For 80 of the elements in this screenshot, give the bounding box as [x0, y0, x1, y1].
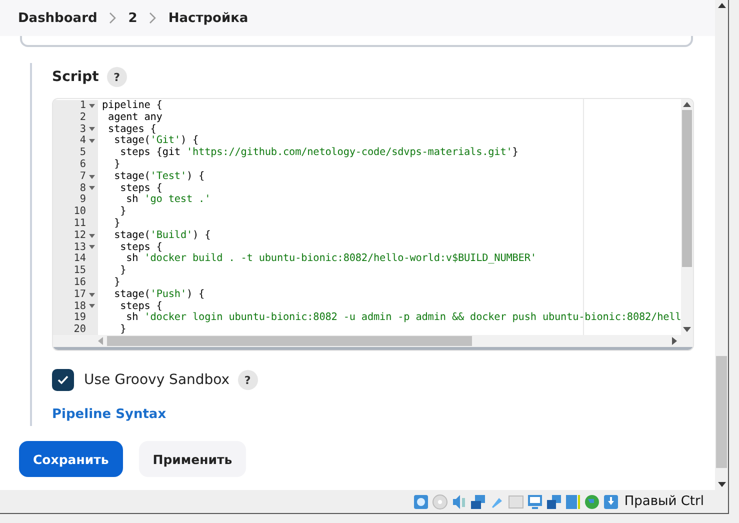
- chevron-right-icon: [109, 12, 116, 24]
- code-line: steps {: [119, 182, 162, 194]
- fold-arrow-icon[interactable]: [89, 292, 95, 297]
- pipeline-syntax-link[interactable]: Pipeline Syntax: [52, 407, 166, 422]
- fold-arrow-icon[interactable]: [89, 304, 95, 308]
- code-line: sh 'docker build . -t ubuntu-bionic:8082/hello-world:v$BUILD_NUMBER': [126, 253, 536, 266]
- code-line: }: [120, 265, 126, 277]
- code-editor[interactable]: [52, 98, 694, 351]
- fold-arrow-icon[interactable]: [89, 127, 95, 132]
- scrollbar[interactable]: [681, 99, 693, 335]
- chevron-right-icon: [149, 12, 156, 24]
- breadcrumb-link[interactable]: Настройка: [168, 10, 248, 26]
- line-number: 19: [74, 312, 86, 324]
- scroll-down-icon[interactable]: [718, 482, 726, 487]
- save-button[interactable]: Сохранить: [19, 441, 123, 477]
- horizontal-scrollbar[interactable]: [53, 335, 693, 350]
- code-line: stage('Push') {: [113, 288, 205, 301]
- fold-arrow-icon[interactable]: [89, 234, 95, 238]
- line-number: 20: [74, 324, 86, 335]
- apply-button[interactable]: Применить: [138, 441, 246, 477]
- sandbox-label: Use Groovy Sandbox: [84, 372, 230, 388]
- code-line: pipeline {: [101, 100, 162, 112]
- help-button[interactable]: ?: [106, 67, 127, 87]
- scroll-up-icon[interactable]: [683, 102, 691, 107]
- code-line: stage('Git') {: [113, 135, 199, 147]
- line-number: 14: [74, 253, 86, 266]
- code-line: stage('Test') {: [113, 170, 205, 183]
- fold-arrow-icon[interactable]: [89, 245, 95, 250]
- scroll-down-icon[interactable]: [683, 327, 691, 332]
- line-number: 3: [80, 124, 86, 136]
- code-line: }: [113, 276, 120, 289]
- breadcrumb-link[interactable]: Dashboard: [18, 10, 98, 26]
- code-line: stages {: [107, 124, 156, 135]
- line-number: 8: [80, 182, 86, 194]
- line-number: 15: [74, 265, 86, 277]
- line-number: 17: [74, 288, 86, 301]
- globe-icon[interactable]: [584, 494, 600, 510]
- windows-icon[interactable]: [546, 494, 562, 510]
- code-line: agent any: [107, 112, 162, 124]
- line-number: 5: [80, 147, 86, 159]
- fold-arrow-icon[interactable]: [89, 104, 95, 108]
- line-number: 13: [74, 242, 86, 254]
- code-line: sh 'go test .': [126, 194, 211, 206]
- line-number: 4: [80, 135, 86, 148]
- sandbox-checkbox[interactable]: [52, 369, 74, 391]
- code-line: steps {: [119, 300, 162, 312]
- network-icon[interactable]: [470, 494, 486, 510]
- line-number: 6: [80, 158, 86, 171]
- line-number: 7: [80, 170, 86, 183]
- scroll-right-icon[interactable]: [672, 337, 677, 345]
- scrollbar-thumb[interactable]: [716, 356, 727, 468]
- page-scrollbar[interactable]: [715, 0, 728, 490]
- arrow-down-icon[interactable]: [603, 494, 620, 510]
- check-icon: [57, 375, 69, 385]
- script-label: Script: [52, 69, 99, 85]
- line-number: 16: [74, 276, 86, 289]
- line-number: 2: [80, 112, 86, 124]
- code-line: steps {: [119, 242, 162, 253]
- code-line: }: [119, 324, 126, 335]
- line-number: 12: [74, 230, 86, 242]
- code-line: stage('Build') {: [113, 230, 211, 242]
- line-number: 18: [74, 300, 86, 312]
- line-number: 1: [80, 100, 86, 112]
- code-line: steps {git 'https://github.com/netology-code/sdvps-materials.git'}: [120, 147, 518, 159]
- code-line: sh 'docker login ubuntu-bionic:8082 -u admin -p admin && docker push ubuntu-bionic:8082/hell: [126, 312, 681, 324]
- line-number: 11: [74, 218, 86, 230]
- line-number: 10: [74, 206, 86, 218]
- code-line: }: [113, 218, 120, 230]
- code-line: }: [113, 158, 120, 171]
- code-line: }: [120, 206, 126, 218]
- fold-arrow-icon[interactable]: [89, 139, 95, 144]
- fold-arrow-icon[interactable]: [89, 174, 95, 179]
- help-button[interactable]: ?: [238, 370, 258, 390]
- display-icon[interactable]: [527, 494, 544, 510]
- breadcrumb-link[interactable]: 2: [128, 10, 138, 26]
- host-key-label: Правый Ctrl: [624, 494, 704, 509]
- fold-arrow-icon[interactable]: [89, 186, 95, 190]
- audio-icon[interactable]: [451, 494, 468, 510]
- scroll-up-icon[interactable]: [718, 3, 726, 8]
- line-number: 9: [80, 194, 86, 206]
